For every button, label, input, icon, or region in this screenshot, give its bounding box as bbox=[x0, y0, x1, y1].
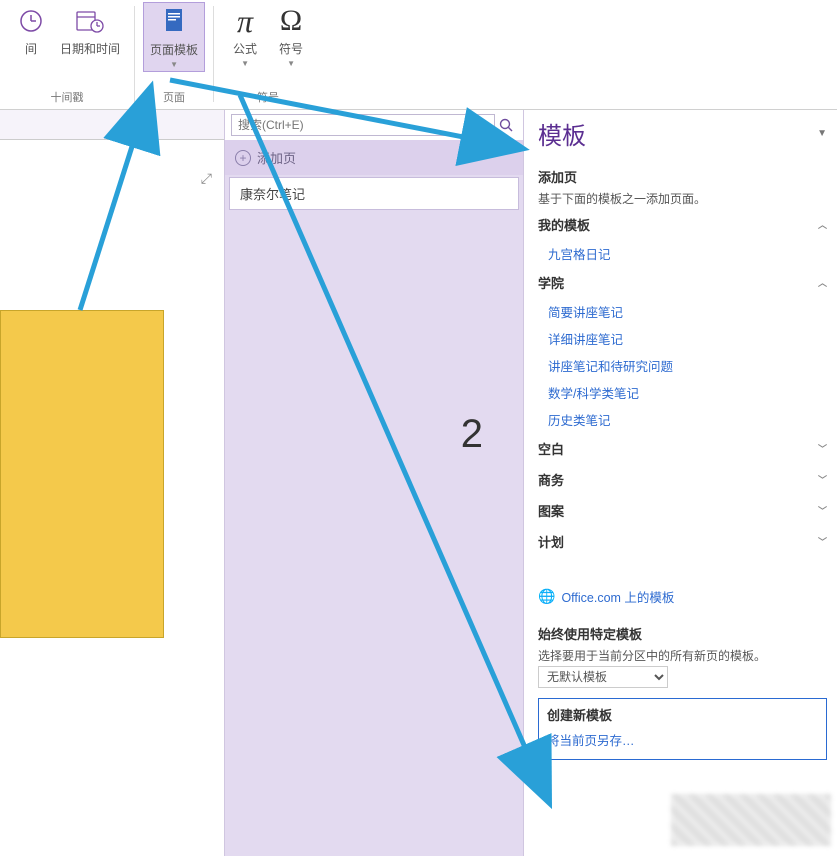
ribbon-group-timestamp: 间 日期和时间 十间戳 bbox=[0, 2, 134, 109]
time-button[interactable]: 间 bbox=[8, 2, 54, 59]
template-category-label: 我的模板 bbox=[538, 215, 590, 234]
office-templates-link[interactable]: 🌐 Office.com 上的模板 bbox=[538, 587, 827, 606]
pane-menu-caret-icon[interactable]: ▼ bbox=[817, 128, 827, 139]
default-template-select[interactable]: 无默认模板 bbox=[538, 666, 668, 688]
office-link-text: Office.com 上的模板 bbox=[561, 587, 674, 606]
symbol-label: 符号 bbox=[279, 40, 303, 57]
template-category[interactable]: 图案 ﹀ bbox=[538, 495, 827, 526]
chevron-down-icon: ﹀ bbox=[818, 442, 827, 455]
chevron-down-icon: ▼ bbox=[241, 59, 249, 68]
ribbon: 间 日期和时间 十间戳 页面模板 ▼ 页面 bbox=[0, 0, 837, 110]
templates-title: 模板 bbox=[538, 116, 586, 151]
template-category-label: 计划 bbox=[538, 532, 564, 551]
search-input[interactable] bbox=[231, 114, 495, 136]
template-category[interactable]: 学院 ︿ bbox=[538, 267, 827, 298]
chevron-down-icon: ﹀ bbox=[818, 535, 827, 548]
save-current-page-link[interactable]: 将当前页另存… bbox=[547, 730, 818, 749]
chevron-up-icon: ︿ bbox=[818, 218, 827, 231]
template-category[interactable]: 商务 ﹀ bbox=[538, 464, 827, 495]
template-link[interactable]: 讲座笔记和待研究问题 bbox=[538, 352, 827, 379]
note-canvas: ⤢ bbox=[0, 110, 224, 856]
addpage-heading: 添加页 bbox=[538, 167, 827, 186]
calendar-clock-icon bbox=[73, 4, 107, 38]
template-link[interactable]: 历史类笔记 bbox=[538, 406, 827, 433]
template-link[interactable]: 详细讲座笔记 bbox=[538, 325, 827, 352]
timestamp-group-label: 十间戳 bbox=[0, 89, 134, 105]
globe-icon: 🌐 bbox=[538, 588, 555, 605]
equation-button[interactable]: π 公式 ▼ bbox=[222, 2, 268, 70]
template-category[interactable]: 我的模板 ︿ bbox=[538, 209, 827, 240]
symbols-group-label: 符号 bbox=[214, 89, 322, 105]
search-icon[interactable] bbox=[495, 114, 517, 136]
ribbon-group-page: 页面模板 ▼ 页面 bbox=[135, 2, 213, 109]
search-row bbox=[225, 110, 523, 140]
always-heading: 始终使用特定模板 bbox=[538, 624, 827, 643]
page-template-icon bbox=[157, 5, 191, 39]
expand-icon[interactable]: ⤢ bbox=[201, 170, 212, 187]
omega-icon: Ω bbox=[274, 4, 308, 38]
chevron-up-icon: ︿ bbox=[818, 276, 827, 289]
chevron-down-icon: ▼ bbox=[287, 59, 295, 68]
datetime-label: 日期和时间 bbox=[60, 40, 120, 57]
template-link[interactable]: 数学/科学类笔记 bbox=[538, 379, 827, 406]
symbol-button[interactable]: Ω 符号 ▼ bbox=[268, 2, 314, 70]
chevron-down-icon: ﹀ bbox=[818, 504, 827, 517]
template-link[interactable]: 简要讲座笔记 bbox=[538, 298, 827, 325]
always-desc: 选择要用于当前分区中的所有新页的模板。 bbox=[538, 647, 827, 666]
templates-pane: 模板 ▼ 添加页 基于下面的模板之一添加页面。 我的模板 ︿ 九宫格日记学院 ︿ 简要讲… bbox=[524, 110, 837, 856]
time-label: 间 bbox=[25, 40, 37, 57]
content-row: ⤢ + 添加页 康奈尔笔记 2 模板 ▼ 添加页 基于下面的模板之一添加页面。 … bbox=[0, 110, 837, 856]
pi-icon: π bbox=[228, 4, 262, 38]
template-link[interactable]: 九宫格日记 bbox=[538, 240, 827, 267]
chevron-down-icon: ▼ bbox=[170, 60, 178, 69]
template-category-label: 空白 bbox=[538, 439, 564, 458]
equation-label: 公式 bbox=[233, 40, 257, 57]
template-category[interactable]: 计划 ﹀ bbox=[538, 526, 827, 557]
add-page-label: 添加页 bbox=[257, 148, 296, 167]
chevron-down-icon: ﹀ bbox=[818, 473, 827, 486]
section-tab-row bbox=[0, 110, 224, 140]
page-item[interactable]: 康奈尔笔记 bbox=[229, 177, 519, 210]
page-template-label: 页面模板 bbox=[150, 41, 198, 58]
page-list-body: 2 bbox=[225, 212, 523, 856]
create-template-box: 创建新模板 将当前页另存… bbox=[538, 698, 827, 760]
clock-icon bbox=[14, 4, 48, 38]
annotation-number: 2 bbox=[461, 412, 483, 457]
template-category-label: 学院 bbox=[538, 273, 564, 292]
page-group-label: 页面 bbox=[135, 89, 213, 105]
page-template-button[interactable]: 页面模板 ▼ bbox=[143, 2, 205, 72]
templates-title-row: 模板 ▼ bbox=[538, 114, 827, 159]
page-list-column: + 添加页 康奈尔笔记 2 bbox=[224, 110, 524, 856]
add-page-button[interactable]: + 添加页 bbox=[225, 140, 523, 175]
blurred-region bbox=[671, 794, 831, 846]
ribbon-group-symbols: π 公式 ▼ Ω 符号 ▼ 符号 bbox=[214, 2, 322, 109]
template-category-label: 商务 bbox=[538, 470, 564, 489]
datetime-button[interactable]: 日期和时间 bbox=[54, 2, 126, 59]
template-category-label: 图案 bbox=[538, 501, 564, 520]
plus-icon: + bbox=[235, 150, 251, 166]
template-category[interactable]: 空白 ﹀ bbox=[538, 433, 827, 464]
addpage-desc: 基于下面的模板之一添加页面。 bbox=[538, 190, 827, 209]
create-template-heading: 创建新模板 bbox=[547, 705, 818, 724]
note-yellow-block bbox=[0, 310, 164, 638]
